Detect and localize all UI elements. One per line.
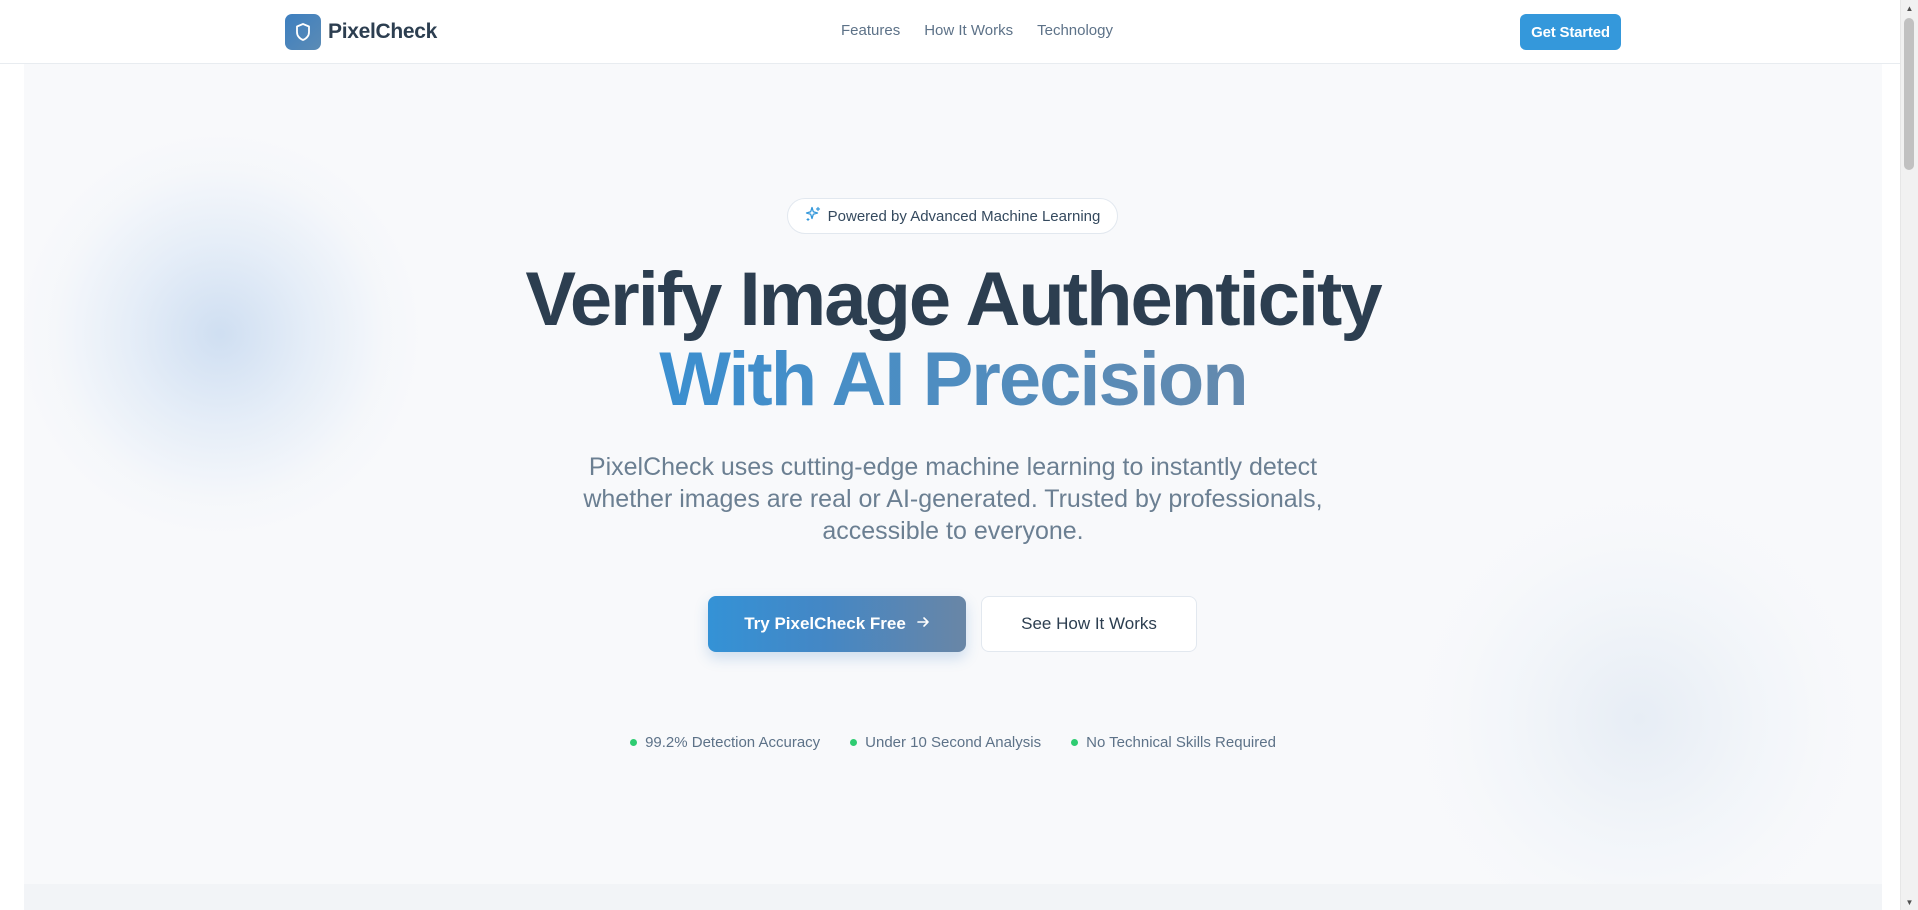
next-section-edge: [24, 884, 1882, 910]
stat-text: 99.2% Detection Accuracy: [645, 734, 821, 751]
brand-name: PixelCheck: [328, 20, 438, 43]
status-dot-icon: [630, 739, 638, 746]
status-dot-icon: [1071, 739, 1079, 746]
hero-section: Powered by Advanced Machine Learning Ver…: [24, 64, 1882, 910]
headline-line-2: With AI Precision: [659, 337, 1248, 422]
stat-text: No Technical Skills Required: [1086, 734, 1276, 751]
stat-item: Under 10 Second Analysis: [850, 734, 1041, 751]
scroll-up-arrow-icon[interactable]: ▲: [1901, 0, 1918, 16]
sparkles-icon: [805, 206, 821, 227]
nav-link-features[interactable]: Features: [841, 22, 900, 39]
hero-subtext: PixelCheck uses cutting-edge machine lea…: [583, 453, 1323, 545]
hero-stats: 99.2% Detection Accuracy Under 10 Second…: [24, 734, 1882, 751]
stat-item: 99.2% Detection Accuracy: [630, 734, 820, 751]
status-dot-icon: [850, 739, 858, 746]
nav-links: Features How It Works Technology: [841, 22, 1113, 39]
shield-icon: [285, 14, 321, 50]
stat-item: No Technical Skills Required: [1071, 734, 1276, 751]
nav-link-how-it-works[interactable]: How It Works: [924, 22, 1013, 39]
try-free-button[interactable]: Try PixelCheck Free: [708, 596, 966, 652]
stat-text: Under 10 Second Analysis: [865, 734, 1042, 751]
headline-line-1: Verify Image Authenticity: [525, 257, 1382, 342]
get-started-button[interactable]: Get Started: [1520, 14, 1621, 50]
badge-text: Powered by Advanced Machine Learning: [827, 207, 1101, 225]
brand[interactable]: PixelCheck: [285, 14, 437, 50]
try-free-button-label: Try PixelCheck Free: [744, 614, 906, 633]
background-glow-right: [1404, 484, 1874, 910]
see-how-it-works-button[interactable]: See How It Works: [981, 596, 1197, 652]
scrollbar-thumb[interactable]: [1904, 18, 1914, 170]
top-navbar: PixelCheck Features How It Works Technol…: [0, 0, 1900, 64]
vertical-scrollbar[interactable]: ▲ ▼: [1900, 0, 1918, 910]
hero-headline: Verify Image Authenticity With AI Precis…: [24, 260, 1882, 420]
arrow-right-icon: [916, 614, 930, 634]
scroll-down-arrow-icon[interactable]: ▼: [1901, 894, 1918, 910]
nav-link-technology[interactable]: Technology: [1037, 22, 1113, 39]
ml-badge: Powered by Advanced Machine Learning: [787, 198, 1118, 234]
